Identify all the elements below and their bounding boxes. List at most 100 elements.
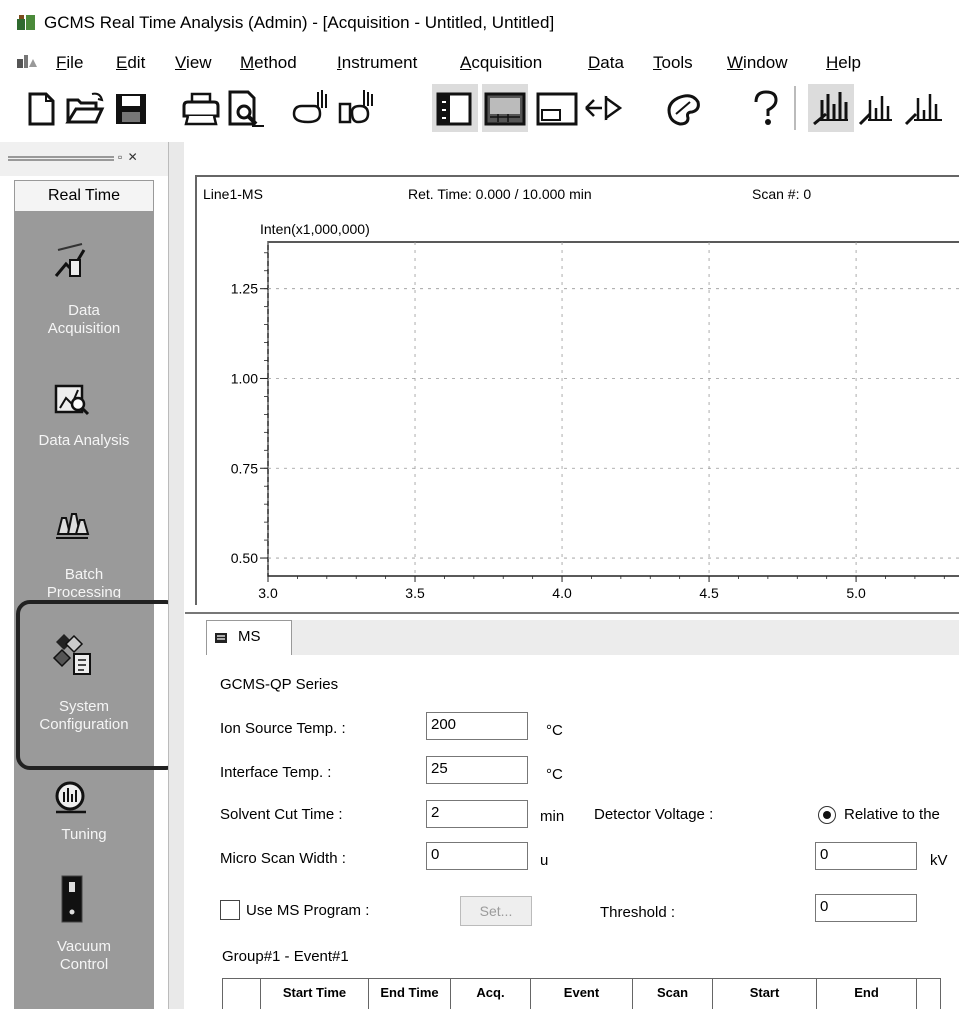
menu-method-mnemonic: M xyxy=(240,53,255,72)
chromatogram-chart[interactable]: 3.0 3.5 4.0 4.5 5.0 1.25 1.00 0.75 0.50 Inten(x1,… xyxy=(195,210,959,605)
menu-file-mnemonic: F xyxy=(56,53,67,72)
solvent-cut-time-label: Solvent Cut Time : xyxy=(220,806,343,823)
sidebar-item-label: Batch xyxy=(64,566,104,583)
menu-window-label: indow xyxy=(743,53,788,72)
event-table: Start Time End Time Acq. Event Scan Star… xyxy=(222,978,941,1009)
load-method-icon[interactable] xyxy=(288,84,334,132)
save-method-icon[interactable] xyxy=(334,84,380,132)
title-bar: GCMS Real Time Analysis (Admin) - [Acqui… xyxy=(0,0,959,42)
menu-edit-label: dit xyxy=(127,53,146,72)
sidebar-item-label: Processing xyxy=(46,584,122,598)
ms-tab-strip xyxy=(292,620,959,656)
use-ms-program-checkbox[interactable] xyxy=(220,900,240,920)
sidebar-item-tuning[interactable]: Tuning xyxy=(14,826,154,844)
tuning-icon[interactable] xyxy=(52,778,90,818)
x-tick-label: 5.0 xyxy=(846,585,866,601)
interface-temp-unit: °C xyxy=(546,766,563,783)
y-tick-label: 1.25 xyxy=(231,281,258,297)
detector-voltage-field[interactable]: 0 xyxy=(815,842,917,870)
menu-help[interactable]: Help xyxy=(826,53,861,73)
layout-left-icon[interactable] xyxy=(432,84,478,132)
y-axis-label: Inten(x1,000,000) xyxy=(260,221,370,237)
ion-source-temp-field[interactable]: 200 xyxy=(426,712,528,740)
sidebar-item-label: Control xyxy=(59,956,109,973)
menu-acquisition-label: cquisition xyxy=(471,53,543,72)
chart-divider xyxy=(185,612,959,614)
menu-window-mnemonic: W xyxy=(727,53,744,72)
ion-source-temp-label: Ion Source Temp. : xyxy=(220,720,346,737)
menu-data-mnemonic: D xyxy=(588,53,601,72)
menu-method-label: ethod xyxy=(254,53,297,72)
acquire-peaks-icon[interactable] xyxy=(808,84,854,132)
open-folder-icon[interactable] xyxy=(62,84,108,132)
save-icon[interactable] xyxy=(108,84,154,132)
menu-view[interactable]: View xyxy=(175,53,212,73)
document-menu-icon[interactable] xyxy=(16,53,38,69)
solvent-cut-time-field[interactable]: 2 xyxy=(426,800,528,828)
menu-instrument[interactable]: Instrument xyxy=(337,53,417,73)
palette-icon[interactable] xyxy=(660,84,706,132)
x-tick-label: 3.0 xyxy=(258,585,278,601)
relative-to-label: Relative to the xyxy=(844,806,940,823)
menu-window[interactable]: Window xyxy=(727,53,787,73)
threshold-field[interactable]: 0 xyxy=(815,894,917,922)
ms-tab-icon xyxy=(215,633,227,643)
layout-bottom-icon[interactable] xyxy=(482,84,528,132)
table-header-cell: Scan xyxy=(632,978,713,1009)
use-ms-program-label: Use MS Program : xyxy=(246,902,370,919)
print-icon[interactable] xyxy=(178,84,224,132)
table-header-row: Start Time End Time Acq. Event Scan Star… xyxy=(222,978,941,1009)
ms-tab-label: MS xyxy=(238,628,261,645)
menu-method[interactable]: Method xyxy=(240,53,297,73)
menu-acquisition[interactable]: Acquisition xyxy=(460,53,542,73)
set-button[interactable]: Set... xyxy=(460,896,532,926)
table-header-cell: Event xyxy=(530,978,633,1009)
sidebar-item-batch-processing[interactable]: Batch Processing xyxy=(14,566,154,598)
interface-temp-field[interactable]: 25 xyxy=(426,756,528,784)
scan-number: Scan #: 0 xyxy=(752,186,812,202)
solvent-cut-time-unit: min xyxy=(540,808,565,825)
table-header-cell xyxy=(222,978,261,1009)
sidebar-item-label: Data xyxy=(68,302,100,319)
y-tick-label: 0.75 xyxy=(231,460,258,476)
menu-file[interactable]: File xyxy=(56,53,83,73)
peaks-down-icon[interactable] xyxy=(856,84,902,132)
y-tick-label: 0.50 xyxy=(231,550,258,566)
table-header-cell: Acq. xyxy=(450,978,531,1009)
detector-voltage-label: Detector Voltage : xyxy=(594,806,714,823)
peaks-up-icon[interactable] xyxy=(902,84,948,132)
data-analysis-icon[interactable] xyxy=(52,378,90,418)
micro-scan-width-field[interactable]: 0 xyxy=(426,842,528,870)
micro-scan-width-unit: u xyxy=(540,852,549,869)
detector-voltage-unit: kV xyxy=(930,852,948,869)
x-tick-label: 4.0 xyxy=(552,585,572,601)
sidebar-item-data-analysis[interactable]: Data Analysis xyxy=(14,432,154,450)
layout-window-icon[interactable] xyxy=(534,84,580,132)
data-acquisition-icon[interactable] xyxy=(52,240,90,280)
menu-instrument-label: nstrument xyxy=(341,53,418,72)
tab-real-time[interactable]: Real Time xyxy=(14,180,154,212)
left-panel-grip[interactable] xyxy=(8,156,114,161)
x-tick-label: 3.5 xyxy=(405,585,425,601)
menu-tools[interactable]: Tools xyxy=(653,53,693,73)
relative-to-radio[interactable] xyxy=(818,806,836,824)
table-header-cell: End xyxy=(816,978,917,1009)
help-icon[interactable] xyxy=(742,84,788,132)
vacuum-control-icon[interactable] xyxy=(60,874,84,924)
table-header-cell: Start Time xyxy=(260,978,369,1009)
batch-processing-icon[interactable] xyxy=(52,500,90,540)
menu-edit[interactable]: Edit xyxy=(116,53,145,73)
group-event-label: Group#1 - Event#1 xyxy=(222,948,349,965)
sidebar-item-data-acquisition[interactable]: Data Acquisition xyxy=(14,302,154,338)
x-tick-label: 4.5 xyxy=(699,585,719,601)
sidebar-item-vacuum-control[interactable]: Vacuum Control xyxy=(14,938,154,974)
navigate-arrow-icon[interactable] xyxy=(580,84,626,132)
menu-data[interactable]: Data xyxy=(588,53,624,73)
sidebar-item-label: Acquisition xyxy=(47,320,121,337)
print-preview-icon[interactable] xyxy=(222,84,268,132)
left-panel-controls[interactable]: ▫ ✕ xyxy=(118,150,139,164)
panel-splitter[interactable] xyxy=(168,142,184,1009)
new-file-icon[interactable] xyxy=(18,84,64,132)
highlight-annotation xyxy=(16,600,180,770)
menu-help-label: elp xyxy=(838,53,861,72)
